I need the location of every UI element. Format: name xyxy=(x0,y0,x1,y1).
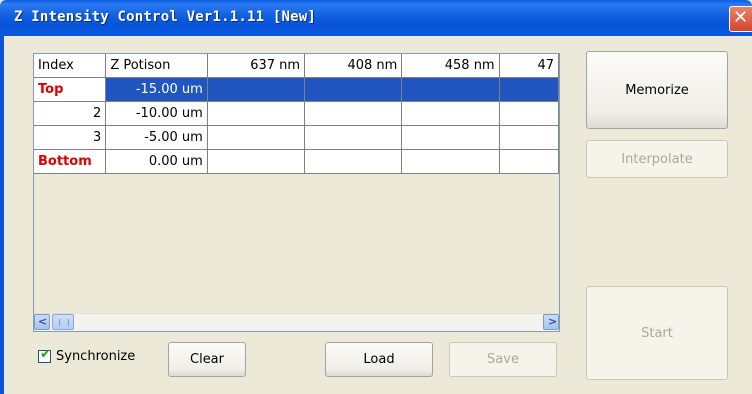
start-button[interactable]: Start xyxy=(586,286,728,380)
row-cell[interactable] xyxy=(207,77,306,102)
scroll-left-button[interactable]: < xyxy=(34,314,50,330)
row-cell[interactable] xyxy=(304,77,403,102)
row-z-position[interactable]: -15.00 um xyxy=(105,77,208,102)
header-z-position: Z Potison xyxy=(105,54,208,78)
chevron-right-icon: > xyxy=(548,315,558,328)
window-title: Z Intensity Control Ver1.1.11 [New] xyxy=(14,9,317,25)
header-index: Index xyxy=(34,54,107,78)
grid-table: Index Z Potison 637 nm 408 nm 458 nm 47 … xyxy=(34,54,559,174)
chevron-left-icon: < xyxy=(38,315,48,328)
table-row[interactable]: 2 -10.00 um xyxy=(34,101,559,126)
table-row[interactable]: Bottom 0.00 um xyxy=(34,149,559,174)
row-cell[interactable] xyxy=(304,125,403,150)
row-z-position[interactable]: -5.00 um xyxy=(105,125,208,150)
row-index: Top xyxy=(34,77,107,102)
row-z-position[interactable]: -10.00 um xyxy=(105,101,208,126)
checkmark-icon: ✔ xyxy=(40,347,51,362)
row-cell[interactable] xyxy=(401,101,500,126)
save-button[interactable]: Save xyxy=(449,342,557,377)
row-cell[interactable] xyxy=(207,125,306,150)
header-408nm: 408 nm xyxy=(304,54,403,78)
row-cell[interactable] xyxy=(499,101,559,126)
synchronize-checkbox[interactable]: ✔ xyxy=(38,347,51,363)
load-button[interactable]: Load xyxy=(325,342,433,377)
row-cell[interactable] xyxy=(207,101,306,126)
grid-header-row: Index Z Potison 637 nm 408 nm 458 nm 47 xyxy=(34,54,559,78)
z-position-grid[interactable]: Index Z Potison 637 nm 408 nm 458 nm 47 … xyxy=(33,53,560,332)
header-458nm: 458 nm xyxy=(401,54,500,78)
row-index: Bottom xyxy=(34,149,107,174)
clear-button[interactable]: Clear xyxy=(168,342,246,377)
header-47x: 47 xyxy=(499,54,559,78)
row-cell[interactable] xyxy=(207,149,306,174)
memorize-button[interactable]: Memorize xyxy=(586,51,728,129)
row-cell[interactable] xyxy=(304,101,403,126)
interpolate-button[interactable]: Interpolate xyxy=(586,140,728,178)
row-index: 2 xyxy=(34,101,107,126)
row-cell[interactable] xyxy=(401,77,500,102)
row-cell[interactable] xyxy=(401,125,500,150)
grip-icon xyxy=(59,319,69,326)
row-cell[interactable] xyxy=(499,125,559,150)
table-row[interactable]: Top -15.00 um xyxy=(34,77,559,102)
scroll-right-button[interactable]: > xyxy=(543,314,559,330)
table-row[interactable]: 3 -5.00 um xyxy=(34,125,559,150)
row-cell[interactable] xyxy=(401,149,500,174)
title-bar[interactable]: Z Intensity Control Ver1.1.11 [New] ✕ xyxy=(0,0,752,36)
synchronize-label[interactable]: Synchronize xyxy=(56,349,135,364)
row-cell[interactable] xyxy=(304,149,403,174)
close-button[interactable]: ✕ xyxy=(729,6,752,32)
horizontal-scrollbar[interactable]: < > xyxy=(34,313,559,331)
row-cell[interactable] xyxy=(499,77,559,102)
row-z-position[interactable]: 0.00 um xyxy=(105,149,208,174)
header-637nm: 637 nm xyxy=(207,54,306,78)
scroll-thumb[interactable] xyxy=(52,314,74,330)
row-cell[interactable] xyxy=(499,149,559,174)
window-frame-left xyxy=(0,36,4,394)
close-icon: ✕ xyxy=(733,7,749,28)
row-index: 3 xyxy=(34,125,107,150)
